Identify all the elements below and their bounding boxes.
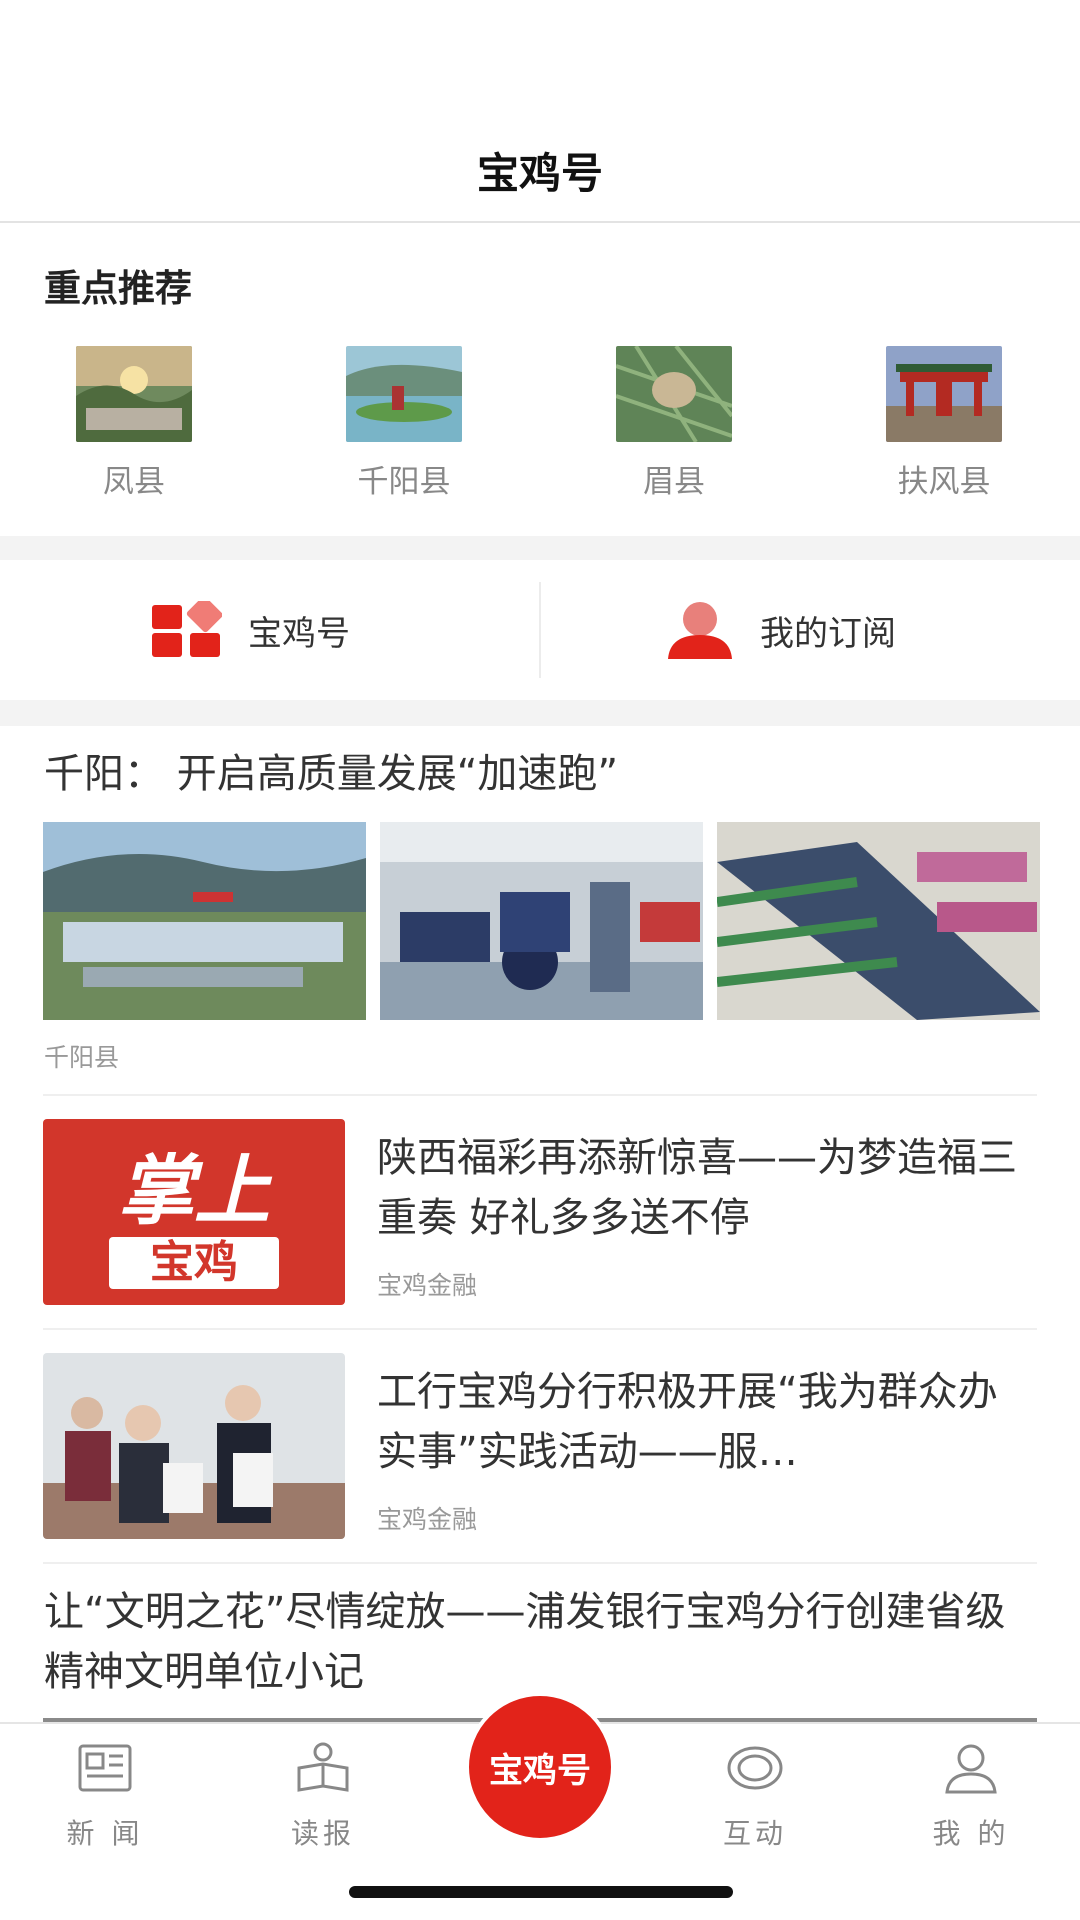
news-title[interactable]: 陕西福彩再添新惊喜——为梦造福三重奏 好礼多多送不停 — [377, 1128, 1037, 1248]
news-image-assembly-line — [380, 822, 703, 1020]
grid-icon — [152, 601, 222, 657]
baojihao-tab-label: 宝鸡号 — [248, 613, 350, 654]
tab-reader[interactable]: 读报 — [248, 1738, 398, 1852]
fengxian-thumbnail — [76, 346, 192, 442]
logo-text-top: 掌上 — [118, 1146, 270, 1235]
newspaper-icon — [78, 1744, 132, 1792]
news-title[interactable]: 让“文明之花”尽情绽放——浦发银行宝鸡分行创建省级精神文明单位小记 — [44, 1582, 1044, 1702]
tab-label: 互动 — [722, 1817, 787, 1850]
news-divider — [43, 1562, 1037, 1564]
recommend-label: 眉县 — [643, 464, 705, 500]
tab-profile[interactable]: 我 的 — [896, 1738, 1046, 1852]
news-image-industrial-park — [43, 822, 366, 1020]
recommend-item-qianyang[interactable]: 千阳县 — [304, 346, 504, 501]
my-subscription-label: 我的订阅 — [760, 613, 896, 654]
news-image-production-floor — [717, 822, 1040, 1020]
news-thumbnail-photo[interactable] — [43, 1353, 345, 1539]
recommend-item-fengxian[interactable]: 凤县 — [34, 346, 234, 501]
news-source: 宝鸡金融 — [377, 1271, 478, 1300]
news-title[interactable]: 千阳： 开启高质量发展“加速跑” — [44, 744, 618, 804]
news-source: 宝鸡金融 — [377, 1505, 478, 1534]
subscription-switch: 宝鸡号 我的订阅 — [0, 560, 1080, 700]
section-gap — [0, 700, 1080, 726]
news-divider — [43, 1094, 1037, 1096]
tab-interact[interactable]: 互动 — [680, 1738, 830, 1852]
tab-news[interactable]: 新 闻 — [30, 1738, 180, 1852]
news-source: 千阳县 — [44, 1043, 120, 1072]
profile-icon — [945, 1744, 997, 1794]
interact-icon — [727, 1746, 783, 1790]
fufengxian-thumbnail — [886, 346, 1002, 442]
switch-divider — [539, 582, 541, 678]
recommend-item-fufengxian[interactable]: 扶风县 — [844, 346, 1044, 501]
center-button-label: 宝鸡号 — [489, 1750, 591, 1791]
tab-label: 我 的 — [932, 1817, 1010, 1850]
home-indicator — [349, 1886, 733, 1898]
recommend-item-meixian[interactable]: 眉县 — [574, 344, 774, 501]
news-title[interactable]: 工行宝鸡分行积极开展“我为群众办实事”实践活动——服… — [377, 1362, 1037, 1482]
recommend-label: 千阳县 — [357, 464, 451, 500]
top-header: 宝鸡号 — [0, 0, 1080, 223]
reader-icon — [297, 1742, 349, 1792]
tab-label: 读报 — [290, 1817, 355, 1850]
my-subscription-tab[interactable]: 我的订阅 — [666, 598, 896, 662]
section-title-recommend: 重点推荐 — [44, 267, 192, 310]
news-image-row[interactable] — [43, 822, 1040, 1020]
logo-text-bottom: 宝鸡 — [109, 1237, 279, 1289]
user-icon — [668, 602, 732, 659]
recommend-row: 凤县 千阳县 眉县 扶风县 — [0, 344, 1080, 500]
news-divider — [43, 1328, 1037, 1330]
baojihao-center-button[interactable]: 宝鸡号 — [465, 1692, 615, 1842]
news-thumbnail-logo[interactable]: 掌上 宝鸡 — [43, 1119, 345, 1305]
qianyang-thumbnail — [346, 346, 462, 442]
baojihao-tab[interactable]: 宝鸡号 — [150, 598, 350, 662]
meixian-thumbnail — [615, 344, 734, 444]
section-gap — [0, 536, 1080, 560]
tab-label: 新 闻 — [66, 1817, 144, 1850]
recommend-label: 扶风县 — [897, 464, 991, 500]
recommend-label: 凤县 — [103, 464, 165, 500]
page-title: 宝鸡号 — [476, 149, 603, 198]
